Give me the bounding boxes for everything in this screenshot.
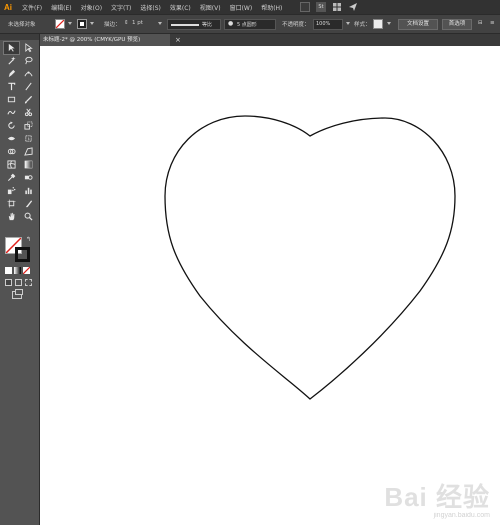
fill-dropdown-icon[interactable] [68, 22, 72, 25]
stroke-stepper-icon[interactable]: ⇕ [124, 20, 129, 26]
align-panel-icon[interactable]: ⊟ [478, 20, 483, 26]
lasso-icon[interactable] [21, 55, 36, 67]
hand-icon[interactable] [4, 211, 19, 223]
width-icon[interactable] [4, 133, 19, 145]
document-tab-bar: 未标题-2* @ 200% (CMYK/GPU 预览) × [40, 34, 500, 46]
stock-icon[interactable]: St [316, 2, 326, 12]
menu-help[interactable]: 帮助(H) [261, 3, 282, 12]
gradient-icon[interactable] [21, 159, 36, 171]
style-dropdown-icon[interactable] [387, 22, 391, 25]
graph-icon[interactable] [21, 185, 36, 197]
draw-mode-buttons [5, 279, 32, 286]
shape-builder-icon[interactable] [4, 146, 19, 158]
brush-label: 5 点圆形 [237, 22, 257, 28]
menu-type[interactable]: 文字(T) [111, 3, 131, 12]
screen-mode-icon[interactable] [12, 289, 23, 299]
arrange-documents-icon[interactable] [332, 2, 342, 12]
color-icon[interactable] [5, 267, 12, 274]
menu-effect[interactable]: 效果(C) [170, 3, 191, 12]
symbol-sprayer-icon[interactable] [4, 185, 19, 197]
opacity-value: 100% [316, 21, 331, 27]
slice-icon[interactable] [21, 198, 36, 210]
opacity-label: 不透明度： [282, 22, 310, 28]
artboard-canvas[interactable]: Bai 经验 jingyan.baidu.com [40, 46, 500, 525]
menu-view[interactable]: 视图(V) [200, 3, 221, 12]
selection-icon[interactable] [3, 41, 20, 55]
zoom-icon[interactable] [21, 211, 36, 223]
control-bar: 未选择对象 描边： ⇕ 1 pt 等比 ● 5 点圆形 不透明度： 100% 样… [0, 14, 500, 34]
rotate-icon[interactable] [4, 120, 19, 132]
stroke-color-box[interactable] [15, 247, 30, 262]
bridge-icon[interactable] [300, 2, 310, 12]
menu-select[interactable]: 选择(S) [140, 3, 161, 12]
color-mode-buttons [5, 267, 30, 274]
menu-window[interactable]: 窗口(W) [230, 3, 253, 12]
heart-shape[interactable] [40, 46, 500, 525]
pen-icon[interactable] [4, 68, 19, 80]
document-tab[interactable]: 未标题-2* @ 200% (CMYK/GPU 预览) [40, 34, 170, 46]
rectangle-icon[interactable] [4, 94, 19, 106]
fill-swatch[interactable] [55, 19, 65, 29]
draw-behind-icon[interactable] [15, 279, 22, 286]
direct-selection-icon[interactable] [21, 42, 36, 54]
selection-status: 未选择对象 [8, 22, 36, 28]
style-label: 样式： [354, 22, 371, 28]
stroke-weight-dropdown-icon[interactable] [158, 22, 162, 25]
watermark: Bai 经验 jingyan.baidu.com [384, 477, 490, 519]
watermark-url: jingyan.baidu.com [433, 512, 490, 519]
none-icon[interactable] [23, 267, 30, 274]
scale-icon[interactable] [21, 120, 36, 132]
artboard-icon[interactable] [4, 198, 19, 210]
line-icon[interactable] [21, 81, 36, 93]
toolbox: ↰ [0, 34, 40, 525]
send-icon[interactable] [348, 2, 358, 12]
stroke-dropdown-icon[interactable] [90, 22, 94, 25]
mesh-icon[interactable] [4, 159, 19, 171]
watermark-brand: Bai 经验 [384, 482, 490, 512]
graphic-style-swatch[interactable] [373, 19, 383, 29]
swap-fill-stroke-icon[interactable]: ↰ [26, 236, 31, 243]
gradient-mode-icon[interactable] [14, 267, 21, 274]
tool-grid [0, 40, 39, 225]
draw-inside-icon[interactable] [25, 279, 32, 286]
perspective-icon[interactable] [21, 146, 36, 158]
paintbrush-icon[interactable] [21, 94, 36, 106]
app-logo: Ai [4, 2, 12, 12]
close-tab-icon[interactable]: × [175, 34, 181, 46]
opacity-dropdown-icon[interactable] [346, 22, 350, 25]
magic-wand-icon[interactable] [4, 55, 19, 67]
menu-edit[interactable]: 编辑(E) [51, 3, 71, 12]
menu-bar: Ai 文件(F) 编辑(E) 对象(O) 文字(T) 选择(S) 效果(C) 视… [0, 0, 500, 14]
type-icon[interactable] [4, 81, 19, 93]
shaper-icon[interactable] [4, 107, 19, 119]
curvature-icon[interactable] [21, 68, 36, 80]
free-transform-icon[interactable] [21, 133, 36, 145]
control-bar-menu-icon[interactable]: ≡ [490, 20, 495, 26]
profile-label: 等比 [202, 22, 213, 28]
blend-icon[interactable] [21, 172, 36, 184]
menu-file[interactable]: 文件(F) [22, 3, 42, 12]
eyedropper-icon[interactable] [4, 172, 19, 184]
menu-object[interactable]: 对象(O) [81, 3, 102, 12]
brush-definition[interactable]: ● 5 点圆形 [224, 19, 276, 30]
draw-normal-icon[interactable] [5, 279, 12, 286]
opacity-field[interactable]: 100% [313, 19, 343, 30]
eraser-icon[interactable] [21, 107, 36, 119]
stroke-weight-value[interactable]: 1 pt [132, 20, 143, 26]
document-setup-button[interactable]: 文档设置 [398, 19, 438, 30]
stroke-label: 描边： [104, 22, 121, 28]
variable-width-profile[interactable]: 等比 [167, 19, 221, 30]
stroke-swatch[interactable] [77, 19, 87, 29]
fill-stroke-control[interactable]: ↰ [5, 236, 35, 263]
brush-dot-icon: ● [228, 20, 234, 27]
preferences-button[interactable]: 首选项 [442, 19, 472, 30]
